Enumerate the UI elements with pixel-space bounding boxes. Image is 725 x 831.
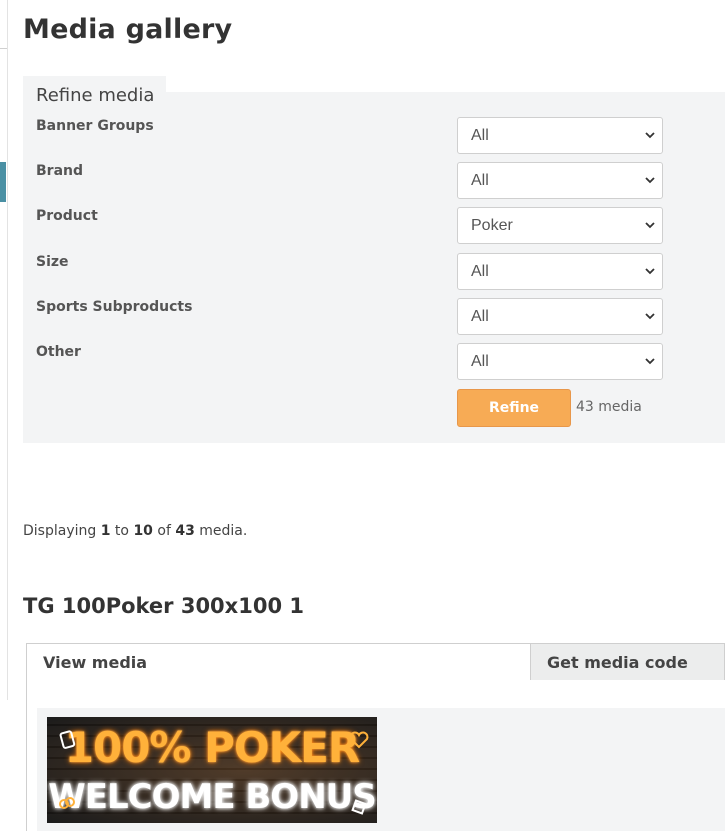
chevron-down-icon bbox=[645, 222, 655, 229]
pagination-to: 10 bbox=[133, 523, 153, 539]
banner-groups-select[interactable]: All bbox=[457, 117, 663, 154]
filter-label-banner-groups: Banner Groups bbox=[36, 118, 154, 134]
media-item-title: TG 100Poker 300x100 1 bbox=[23, 594, 304, 618]
banner-subline: WELCOME BONUS bbox=[48, 777, 377, 817]
product-select[interactable]: Poker bbox=[457, 207, 663, 244]
chevron-down-icon bbox=[645, 132, 655, 139]
pagination-total: 43 bbox=[175, 523, 195, 539]
chevron-down-icon bbox=[645, 358, 655, 365]
filter-label-sports-subproducts: Sports Subproducts bbox=[36, 299, 193, 315]
filter-label-product: Product bbox=[36, 208, 98, 224]
diamond-icon bbox=[351, 799, 367, 815]
pagination-prefix: Displaying bbox=[23, 523, 97, 539]
size-select[interactable]: All bbox=[457, 253, 663, 290]
spade-icon bbox=[59, 730, 76, 749]
heart-icon bbox=[349, 731, 369, 749]
brand-select[interactable]: All bbox=[457, 162, 663, 199]
page-title: Media gallery bbox=[23, 14, 233, 45]
pagination-of-word: of bbox=[157, 523, 171, 539]
filter-label-brand: Brand bbox=[36, 163, 84, 179]
pagination-from: 1 bbox=[100, 523, 111, 539]
select-value: All bbox=[471, 308, 489, 325]
tab-view-media[interactable]: View media bbox=[26, 643, 531, 681]
left-sidebar-edge bbox=[0, 0, 8, 700]
select-value: Poker bbox=[471, 217, 513, 234]
chevron-down-icon bbox=[645, 177, 655, 184]
pagination-summary: Displaying 1 to 10 of 43 media. bbox=[23, 523, 247, 539]
select-value: All bbox=[471, 263, 489, 280]
filter-label-size: Size bbox=[36, 254, 69, 270]
pagination-suffix-text: media. bbox=[199, 523, 248, 539]
sidebar-active-indicator bbox=[0, 162, 6, 202]
pagination-suffix: media. bbox=[195, 523, 248, 539]
chevron-down-icon bbox=[645, 268, 655, 275]
filter-label-other: Other bbox=[36, 344, 81, 360]
refine-button[interactable]: Refine bbox=[457, 389, 571, 427]
tab-get-media-code-label: Get media code bbox=[547, 653, 688, 672]
banner-headline: 100% POKER bbox=[64, 723, 360, 772]
tab-get-media-code[interactable]: Get media code bbox=[530, 643, 725, 681]
sidebar-divider bbox=[0, 48, 7, 49]
other-select[interactable]: All bbox=[457, 343, 663, 380]
sports-subproducts-select[interactable]: All bbox=[457, 298, 663, 335]
refine-panel-title: Refine media bbox=[36, 85, 155, 106]
media-count: 43 media bbox=[576, 399, 642, 415]
select-value: All bbox=[471, 353, 489, 370]
media-banner-image: 100% POKER WELCOME BONUS bbox=[47, 717, 377, 823]
pagination-to-word: to bbox=[114, 523, 129, 539]
diamond-icon bbox=[59, 797, 75, 809]
select-value: All bbox=[471, 127, 489, 144]
select-value: All bbox=[471, 172, 489, 189]
tab-view-media-label: View media bbox=[43, 653, 148, 672]
chevron-down-icon bbox=[645, 313, 655, 320]
